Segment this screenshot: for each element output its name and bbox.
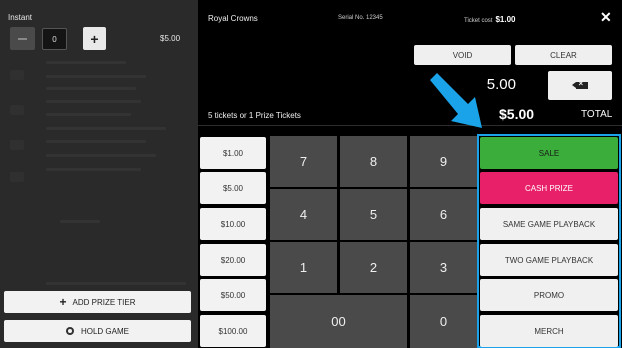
clear-button[interactable]: CLEAR — [515, 45, 612, 65]
add-prize-tier-button[interactable]: + ADD PRIZE TIER — [4, 291, 191, 313]
ticket-cost-label: Ticket cost — [464, 18, 493, 24]
serial-number: Serial No. 12345 — [338, 15, 383, 21]
quick-amount-100-button[interactable]: $100.00 — [200, 315, 266, 347]
keypad-7-button[interactable]: 7 — [270, 136, 337, 187]
tickets-summary: 5 tickets or 1 Prize Tickets — [208, 111, 301, 120]
placeholder-icon — [10, 172, 24, 182]
decrease-quantity-button[interactable] — [10, 27, 35, 50]
cash-prize-button[interactable]: CASH PRIZE — [480, 172, 618, 204]
placeholder-line — [60, 220, 100, 223]
placeholder-line — [46, 61, 126, 64]
line-price: $5.00 — [160, 34, 181, 43]
quick-amount-50-button[interactable]: $50.00 — [200, 279, 266, 311]
keypad-2-button[interactable]: 2 — [340, 242, 407, 293]
keypad-9-button[interactable]: 9 — [410, 136, 477, 187]
promo-button[interactable]: PROMO — [480, 279, 618, 311]
placeholder-icon — [10, 105, 24, 115]
instant-game-panel: Instant 0 + $5.00 + ADD PRIZE TIER HOLD … — [0, 0, 198, 348]
keypad-1-button[interactable]: 1 — [270, 242, 337, 293]
add-prize-tier-label: ADD PRIZE TIER — [72, 297, 136, 307]
keypad-3-button[interactable]: 3 — [410, 242, 477, 293]
increase-quantity-button[interactable]: + — [83, 27, 106, 50]
ticket-cost: Ticket cost $1.00 — [464, 15, 515, 24]
placeholder-line — [46, 282, 186, 285]
quick-amount-1-button[interactable]: $1.00 — [200, 137, 266, 169]
record-icon — [65, 327, 74, 335]
keypad-6-button[interactable]: 6 — [410, 189, 477, 240]
hold-game-label: HOLD GAME — [80, 326, 129, 336]
placeholder-line — [46, 140, 146, 143]
quick-amount-5-button[interactable]: $5.00 — [200, 172, 266, 204]
total-label: TOTAL — [581, 109, 613, 120]
quick-amount-20-button[interactable]: $20.00 — [200, 244, 266, 276]
game-name: Royal Crowns — [208, 14, 258, 23]
minus-icon — [18, 37, 27, 40]
backspace-icon — [571, 79, 588, 89]
ticket-cost-value: $1.00 — [495, 15, 516, 24]
keypad-5-button[interactable]: 5 — [340, 189, 407, 240]
placeholder-line — [46, 87, 136, 90]
hold-game-button[interactable]: HOLD GAME — [4, 320, 191, 342]
placeholder-line — [46, 100, 141, 103]
keypad-8-button[interactable]: 8 — [340, 136, 407, 187]
total-amount: $5.00 — [499, 106, 535, 122]
arrow-pointer-icon — [430, 73, 482, 128]
keypad-4-button[interactable]: 4 — [270, 189, 337, 240]
keypad-0-button[interactable]: 0 — [410, 295, 477, 348]
sale-button[interactable]: SALE — [480, 137, 618, 169]
placeholder-icon — [10, 140, 24, 150]
quantity-field[interactable]: 0 — [42, 28, 67, 50]
placeholder-icon — [10, 70, 24, 80]
void-button[interactable]: VOID — [414, 45, 511, 65]
same-game-playback-button[interactable]: SAME GAME PLAYBACK — [480, 208, 618, 240]
placeholder-line — [46, 127, 166, 130]
quick-amount-10-button[interactable]: $10.00 — [200, 208, 266, 240]
placeholder-line — [46, 75, 146, 78]
plus-icon: + — [59, 295, 67, 309]
merch-button[interactable]: MERCH — [480, 315, 618, 347]
placeholder-line — [46, 168, 141, 171]
placeholder-line — [46, 154, 156, 157]
keypad-00-button[interactable]: 00 — [270, 295, 407, 348]
two-game-playback-button[interactable]: TWO GAME PLAYBACK — [480, 244, 618, 276]
lottery-pos-screen: Instant 0 + $5.00 + ADD PRIZE TIER HOLD … — [0, 0, 622, 348]
close-icon[interactable]: ✕ — [600, 9, 612, 26]
section-title: Instant — [8, 13, 33, 22]
backspace-button[interactable] — [548, 71, 612, 100]
placeholder-line — [46, 113, 131, 116]
divider — [198, 125, 622, 126]
